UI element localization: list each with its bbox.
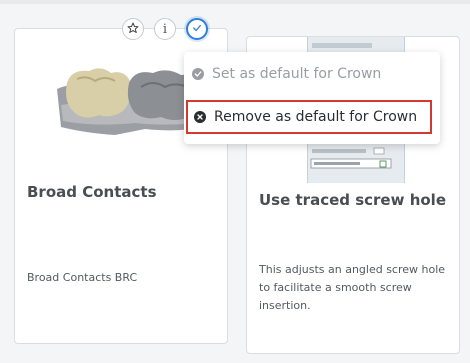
card-title: Use traced screw hole: [259, 191, 446, 209]
menu-item-set-default[interactable]: Set as default for Crown: [190, 66, 381, 82]
card-title: Broad Contacts: [27, 183, 157, 201]
check-circle-icon: [192, 68, 204, 80]
card-description: This adjusts an angled screw hole to fac…: [259, 263, 446, 312]
favorite-button[interactable]: [122, 18, 144, 40]
star-icon: [127, 22, 139, 37]
menu-item-remove-default[interactable]: Remove as default for Crown: [186, 100, 432, 134]
check-icon: [192, 22, 202, 36]
card-subtitle: Broad Contacts BRC: [27, 271, 138, 284]
menu-item-label: Set as default for Crown: [212, 66, 382, 82]
menu-item-label: Remove as default for Crown: [214, 109, 418, 125]
default-toggle-button[interactable]: [186, 18, 208, 40]
x-circle-icon: [194, 111, 206, 123]
info-button[interactable]: i: [154, 18, 176, 40]
info-icon: i: [162, 21, 168, 37]
default-options-menu: Set as default for Crown Remove as defau…: [184, 52, 440, 144]
top-divider: [0, 0, 470, 4]
